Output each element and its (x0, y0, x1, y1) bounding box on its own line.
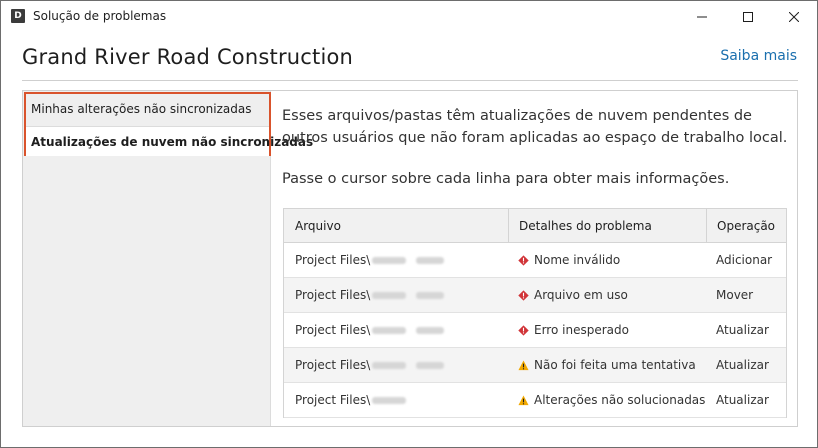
redacted-text (372, 362, 407, 369)
page-title: Grand River Road Construction (22, 45, 354, 69)
operation-cell: Mover (716, 288, 754, 302)
sidebar-item-cloud-unsynced-updates[interactable]: Atualizações de nuvem não sincronizadas (26, 126, 313, 156)
file-cell: Project Files\ (284, 323, 508, 337)
redacted-text (372, 327, 407, 334)
app-icon: D (11, 9, 25, 23)
close-button[interactable] (771, 1, 817, 32)
title-bar[interactable]: D Solução de problemas (1, 1, 817, 32)
warning-icon (518, 394, 529, 405)
maximize-icon (743, 11, 753, 22)
maximize-button[interactable] (725, 1, 771, 32)
detail-text: Erro inesperado (534, 323, 629, 337)
table-row[interactable]: Project Files\ Alterações não solucionad… (284, 383, 786, 418)
file-path: Project Files\ (295, 323, 371, 337)
minimize-button[interactable] (679, 1, 725, 32)
troubleshooting-window: D Solução de problemas Grand River Road … (0, 0, 818, 448)
operation-cell: Atualizar (716, 323, 769, 337)
minimize-icon (697, 16, 707, 17)
detail-cell: Erro inesperado (508, 313, 706, 347)
detail-text: Nome inválido (534, 253, 621, 267)
detail-cell: Não foi feita uma tentativa (508, 348, 706, 382)
file-path: Project Files\ (295, 288, 371, 302)
file-path: Project Files\ (295, 358, 371, 372)
table-row[interactable]: Project Files\ Erro inesperado Atualizar (284, 313, 786, 348)
close-icon (789, 11, 799, 22)
detail-text: Alterações não solucionadas (534, 393, 706, 407)
detail-text: Não foi feita uma tentativa (534, 358, 696, 372)
learn-more-link[interactable]: Saiba mais (720, 48, 797, 64)
detail-cell: Nome inválido (508, 243, 706, 277)
operation-cell: Atualizar (716, 393, 769, 407)
column-header-operation[interactable]: Operação (706, 209, 786, 242)
content-panel: Minhas alterações não sincronizadas Atua… (22, 90, 798, 427)
operation-cell: Adicionar (716, 253, 773, 267)
header-divider (22, 80, 798, 81)
table-row[interactable]: Project Files\ Nome inválido Adicionar (284, 243, 786, 278)
table-row[interactable]: Project Files\ Não foi feita uma tentati… (284, 348, 786, 383)
redacted-text (416, 362, 445, 369)
sidebar-item-my-unsynced-changes[interactable]: Minhas alterações não sincronizadas (26, 94, 269, 124)
column-header-file[interactable]: Arquivo (284, 219, 508, 233)
file-path: Project Files\ (295, 393, 371, 407)
file-cell: Project Files\ (284, 288, 508, 302)
redacted-text (372, 292, 407, 299)
redacted-text (372, 257, 407, 264)
main-pane: Esses arquivos/pastas têm atualizações d… (272, 91, 797, 426)
file-cell: Project Files\ (284, 393, 508, 407)
redacted-text (416, 327, 445, 334)
table-header-row: Arquivo Detalhes do problema Operação (284, 209, 786, 243)
file-cell: Project Files\ (284, 253, 508, 267)
window-title: Solução de problemas (33, 9, 167, 23)
error-icon (518, 324, 529, 336)
hint-text: Passe o cursor sobre cada linha para obt… (282, 171, 730, 187)
column-header-details[interactable]: Detalhes do problema (508, 209, 706, 242)
detail-cell: Alterações não solucionadas (508, 383, 706, 417)
sidebar: Minhas alterações não sincronizadas Atua… (23, 91, 313, 426)
table-row[interactable]: Project Files\ Arquivo em uso Mover (284, 278, 786, 313)
warning-icon (518, 359, 529, 370)
operation-cell: Atualizar (716, 358, 769, 372)
detail-cell: Arquivo em uso (508, 278, 706, 312)
description-text: Esses arquivos/pastas têm atualizações d… (282, 108, 788, 146)
redacted-text (372, 397, 407, 404)
error-icon (518, 254, 529, 266)
detail-text: Arquivo em uso (534, 288, 628, 302)
error-icon (518, 289, 529, 301)
issues-table: Arquivo Detalhes do problema Operação Pr… (283, 208, 787, 418)
file-cell: Project Files\ (284, 358, 508, 372)
redacted-text (416, 292, 445, 299)
redacted-text (416, 257, 445, 264)
file-path: Project Files\ (295, 253, 371, 267)
